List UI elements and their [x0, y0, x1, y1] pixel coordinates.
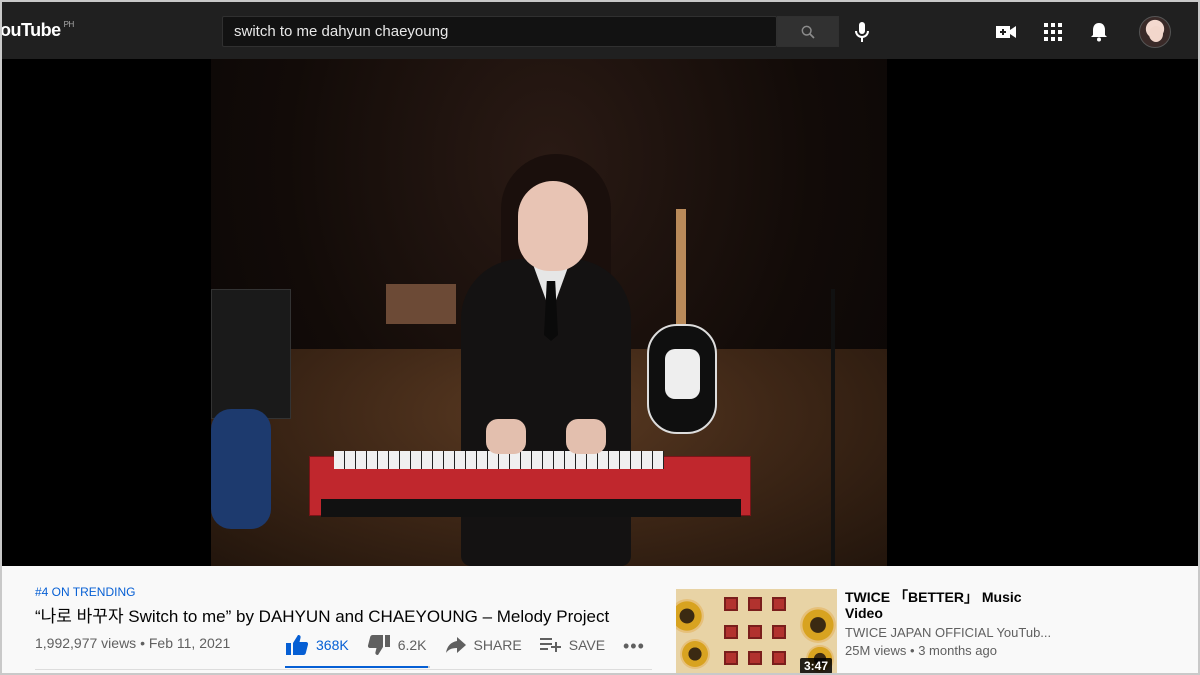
save-button[interactable]: SAVE: [539, 636, 606, 654]
share-label: SHARE: [473, 637, 522, 653]
view-count: 1,992,977 views: [35, 635, 137, 651]
recommended-age: 3 months ago: [918, 643, 997, 658]
view-count-and-date: 1,992,977 views • Feb 11, 2021: [35, 635, 231, 651]
video-duration-badge: 3:47: [800, 658, 833, 673]
box-scene: [386, 284, 456, 324]
mic-stand-scene: [831, 289, 835, 566]
sunflower-image: [680, 639, 710, 669]
share-button[interactable]: SHARE: [445, 636, 522, 654]
search-button[interactable]: [777, 16, 839, 47]
thumbnail-window: [772, 651, 786, 665]
user-avatar[interactable]: [1139, 16, 1171, 48]
video-player[interactable]: [2, 59, 1198, 566]
youtube-logo[interactable]: ouTube PH: [0, 20, 75, 41]
thumbnail-window: [772, 625, 786, 639]
thumbs-down-icon: [367, 635, 390, 655]
thumbnail-window: [748, 625, 762, 639]
apps-grid-icon: [1044, 23, 1062, 41]
thumbnail-window: [748, 597, 762, 611]
notifications-button[interactable]: [1087, 20, 1111, 44]
sunflower-image: [800, 607, 836, 643]
more-actions-button[interactable]: •••: [623, 636, 645, 657]
playlist-add-icon: [539, 638, 561, 652]
like-button[interactable]: 368K: [285, 634, 349, 656]
create-video-button[interactable]: [994, 20, 1018, 44]
sunflower-image: [676, 599, 704, 633]
thumbs-up-icon: [286, 635, 309, 655]
logo-text: ouTube: [0, 20, 61, 40]
save-label: SAVE: [568, 637, 606, 653]
microphone-icon: [855, 22, 869, 42]
dislike-button[interactable]: 6.2K: [367, 634, 427, 656]
right-hand-scene: [566, 419, 606, 454]
thumbnail-window: [772, 597, 786, 611]
voice-search-button[interactable]: [851, 20, 873, 44]
divider: [35, 669, 652, 670]
recommended-video-meta: 25M views • 3 months ago: [845, 643, 997, 658]
keyboard-stand-scene: [321, 499, 741, 517]
thumbnail-window: [724, 597, 738, 611]
upload-date: Feb 11, 2021: [148, 635, 231, 651]
trending-link[interactable]: #4 ON TRENDING: [35, 585, 135, 599]
video-frame[interactable]: [211, 59, 887, 566]
electric-guitar-scene: [647, 209, 717, 439]
recommended-video-channel[interactable]: TWICE JAPAN OFFICIAL YouTub...: [845, 625, 1051, 640]
performer-face: [518, 181, 588, 271]
bell-icon: [1091, 23, 1107, 42]
amplifier-scene: [211, 289, 291, 419]
browser-frame: ouTubePH switch to me dahyun chaeyoung: [0, 0, 1200, 675]
search-icon: [801, 25, 815, 39]
share-arrow-icon: [445, 637, 466, 653]
like-count: 368K: [316, 637, 349, 653]
recommended-video-title[interactable]: TWICE 「BETTER」 Music Video: [845, 589, 1035, 621]
apps-button[interactable]: [1041, 20, 1065, 44]
video-camera-plus-icon: [996, 26, 1016, 38]
thumbnail-window: [724, 625, 738, 639]
thumbnail-window: [748, 651, 762, 665]
video-title: “나로 바꾸자 Switch to me” by DAHYUN and CHAE…: [35, 607, 610, 626]
thumbnail-window: [724, 651, 738, 665]
recommended-view-count: 25M views: [845, 643, 907, 658]
video-actions: 368K 6.2K SHARE SAVE: [285, 630, 623, 660]
left-hand-scene: [486, 419, 526, 454]
top-bar: ouTube PH switch to me dahyun chaeyoung: [0, 2, 1198, 59]
dislike-count: 6.2K: [397, 637, 427, 653]
bass-guitar-scene: [211, 409, 271, 529]
country-code: PH: [63, 20, 75, 29]
sentiment-bar-fill: [285, 666, 428, 668]
search-input[interactable]: switch to me dahyun chaeyoung: [222, 16, 777, 47]
